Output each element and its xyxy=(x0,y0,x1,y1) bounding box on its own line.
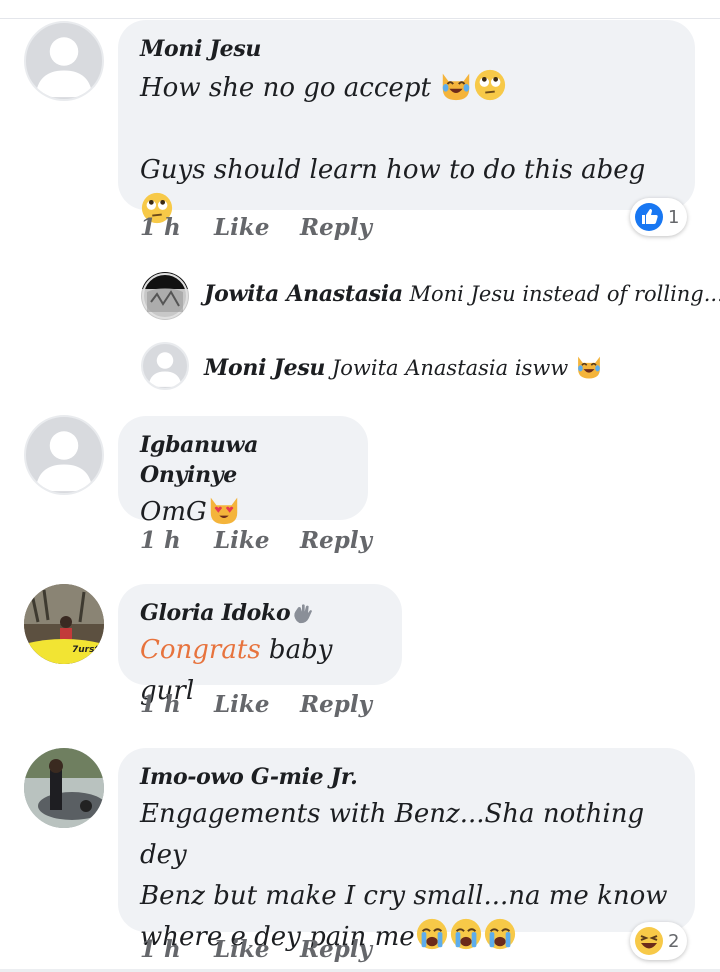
photo-avatar-icon xyxy=(142,273,188,319)
laugh-icon xyxy=(635,927,663,955)
svg-text:7urster: 7urster xyxy=(72,645,104,655)
comment-actions: 1 h Like Reply xyxy=(140,691,372,718)
timestamp[interactable]: 1 h xyxy=(140,936,214,963)
comment-text: Engagements with Benz...Sha nothing dey xyxy=(140,799,645,870)
hashtag-link[interactable]: Congrats xyxy=(140,635,261,665)
avatar-moni-jesu-reply[interactable] xyxy=(141,342,189,390)
top-divider xyxy=(0,18,720,19)
like-button[interactable]: Like xyxy=(214,214,300,241)
photo-avatar-icon: 7urster xyxy=(24,584,104,664)
like-button[interactable]: Like xyxy=(214,691,300,718)
commenter-name[interactable]: Imo-owo G-mie Jr. xyxy=(140,762,673,792)
reply-preview[interactable]: Jowita Anastasia Moni Jesu instead of ro… xyxy=(204,281,720,307)
comment-line: Guys should learn how to do this abeg xyxy=(140,155,646,185)
reply-button[interactable]: Reply xyxy=(300,214,372,241)
cat-tears-joy-emoji-icon xyxy=(442,73,470,101)
comment-text: Benz but make I cry small...na me know xyxy=(140,881,668,911)
like-icon xyxy=(635,203,663,231)
timestamp[interactable]: 1 h xyxy=(140,691,214,718)
avatar-jowita-anastasia[interactable] xyxy=(141,272,189,320)
avatar-moni-jesu[interactable] xyxy=(24,21,104,101)
avatar-imo-owo-gmie[interactable] xyxy=(24,748,104,828)
comment-actions: 1 h Like Reply xyxy=(140,527,372,554)
reaction-count[interactable]: 2 xyxy=(630,922,688,960)
reply-preview[interactable]: Moni Jesu Jowita Anastasia isww xyxy=(204,352,603,381)
reply-text: Jowita Anastasia isww xyxy=(325,356,575,380)
comment-bubble: Gloria Idoko Congrats baby gurl xyxy=(118,584,402,706)
crying-emoji-icon xyxy=(416,918,447,950)
comment-text: How she no go accept xyxy=(140,68,673,109)
avatar-igbanuwa-onyinye[interactable] xyxy=(24,415,104,495)
default-avatar-icon xyxy=(35,37,93,98)
cat-tears-joy-emoji-icon xyxy=(578,356,600,379)
waving-hand-emoji-icon xyxy=(294,604,313,624)
comment-line: How she no go accept xyxy=(140,73,440,103)
reply-author[interactable]: Moni Jesu xyxy=(204,355,325,381)
comment-actions: 1 h Like Reply xyxy=(140,214,372,241)
comment-bubble: Moni Jesu How she no go accept Guys shou… xyxy=(118,20,695,224)
commenter-name[interactable]: Moni Jesu xyxy=(140,34,673,64)
commenter-name[interactable]: Igbanuwa Onyinye xyxy=(140,430,346,490)
reply-button[interactable]: Reply xyxy=(300,936,372,963)
comment-line: OmG xyxy=(140,497,207,527)
reply-text: Moni Jesu instead of rolling... xyxy=(402,282,720,306)
reply-button[interactable]: Reply xyxy=(300,527,372,554)
comment-bubble: Imo-owo G-mie Jr. Engagements with Benz.… xyxy=(118,748,695,952)
reply-author[interactable]: Jowita Anastasia xyxy=(204,281,403,307)
comment-actions: 1 h Like Reply xyxy=(140,936,372,963)
reaction-count-value: 2 xyxy=(668,930,680,952)
default-avatar-icon xyxy=(148,352,182,387)
reaction-count-value: 1 xyxy=(668,206,680,228)
default-avatar-icon xyxy=(35,431,93,492)
crying-emoji-icon xyxy=(450,918,481,950)
commenter-name[interactable]: Gloria Idoko xyxy=(140,598,380,628)
crying-emoji-icon xyxy=(484,918,515,950)
reaction-count[interactable]: 1 xyxy=(630,198,688,236)
like-button[interactable]: Like xyxy=(214,936,300,963)
eye-roll-emoji-icon xyxy=(475,69,506,101)
heart-eyes-cat-emoji-icon xyxy=(210,497,237,525)
like-button[interactable]: Like xyxy=(214,527,300,554)
timestamp[interactable]: 1 h xyxy=(140,214,214,241)
avatar-gloria-idoko[interactable]: 7urster xyxy=(24,584,104,664)
reply-button[interactable]: Reply xyxy=(300,691,372,718)
commenter-name-text: Gloria Idoko xyxy=(140,600,291,626)
comment-bubble: Igbanuwa Onyinye OmG xyxy=(118,416,368,527)
timestamp[interactable]: 1 h xyxy=(140,527,214,554)
photo-avatar-icon xyxy=(24,748,104,828)
